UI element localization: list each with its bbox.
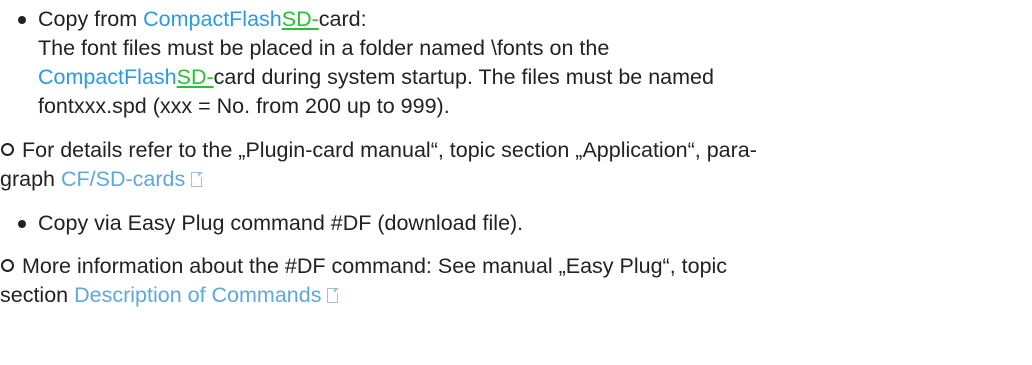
bullet-line-1: Copy from CompactFlashSD-card: xyxy=(38,5,367,34)
circle-bullet-icon xyxy=(1,259,14,272)
sd-insertion: SD- xyxy=(281,7,319,31)
text-prefix: section xyxy=(0,283,75,307)
bullet-item-easy-plug-copy: Copy via Easy Plug command #DF (download… xyxy=(18,209,1018,239)
note-line-2: section Description of Commands xyxy=(0,281,339,310)
document-page: Copy from CompactFlashSD-card: The font … xyxy=(0,0,1032,365)
page-reference-icon[interactable] xyxy=(191,171,203,187)
text-prefix: Copy from xyxy=(38,7,144,31)
bullet-dot xyxy=(18,220,26,228)
compactflash-link[interactable]: CompactFlash xyxy=(38,65,177,89)
cf-sd-cards-link[interactable]: CF/SD-cards xyxy=(61,167,185,191)
note-item-df-command: More information about the #DF command: … xyxy=(0,252,1020,312)
circle-bullet-icon xyxy=(1,143,14,156)
bullet-dot xyxy=(18,16,26,24)
page-reference-icon[interactable] xyxy=(327,287,339,303)
bullet-line-2: The font files must be placed in a folde… xyxy=(38,36,610,60)
text-suffix: card: xyxy=(318,7,367,31)
note-item-plugin-card-manual: For details refer to the „Plugin-card ma… xyxy=(0,136,1020,196)
compactflash-link[interactable]: CompactFlash xyxy=(143,7,282,31)
text-suffix: card during system startup. The files mu… xyxy=(213,65,714,89)
note-line-2: graph CF/SD-cards xyxy=(0,165,203,194)
text-prefix: graph xyxy=(0,167,61,191)
bullet-text: Copy via Easy Plug command #DF (download… xyxy=(38,211,524,235)
description-of-commands-link[interactable]: Description of Commands xyxy=(74,283,321,307)
bullet-line-4: fontxxx.spd (xxx = No. from 200 up to 99… xyxy=(38,94,450,118)
sd-insertion: SD- xyxy=(176,65,214,89)
note-line-1: For details refer to the „Plugin-card ma… xyxy=(22,138,757,162)
note-line-1: More information about the #DF command: … xyxy=(22,254,728,278)
bullet-item-copy-from-card: Copy from CompactFlashSD-card: The font … xyxy=(18,5,1018,123)
bullet-line-3: CompactFlashSD-card during system startu… xyxy=(38,63,714,92)
